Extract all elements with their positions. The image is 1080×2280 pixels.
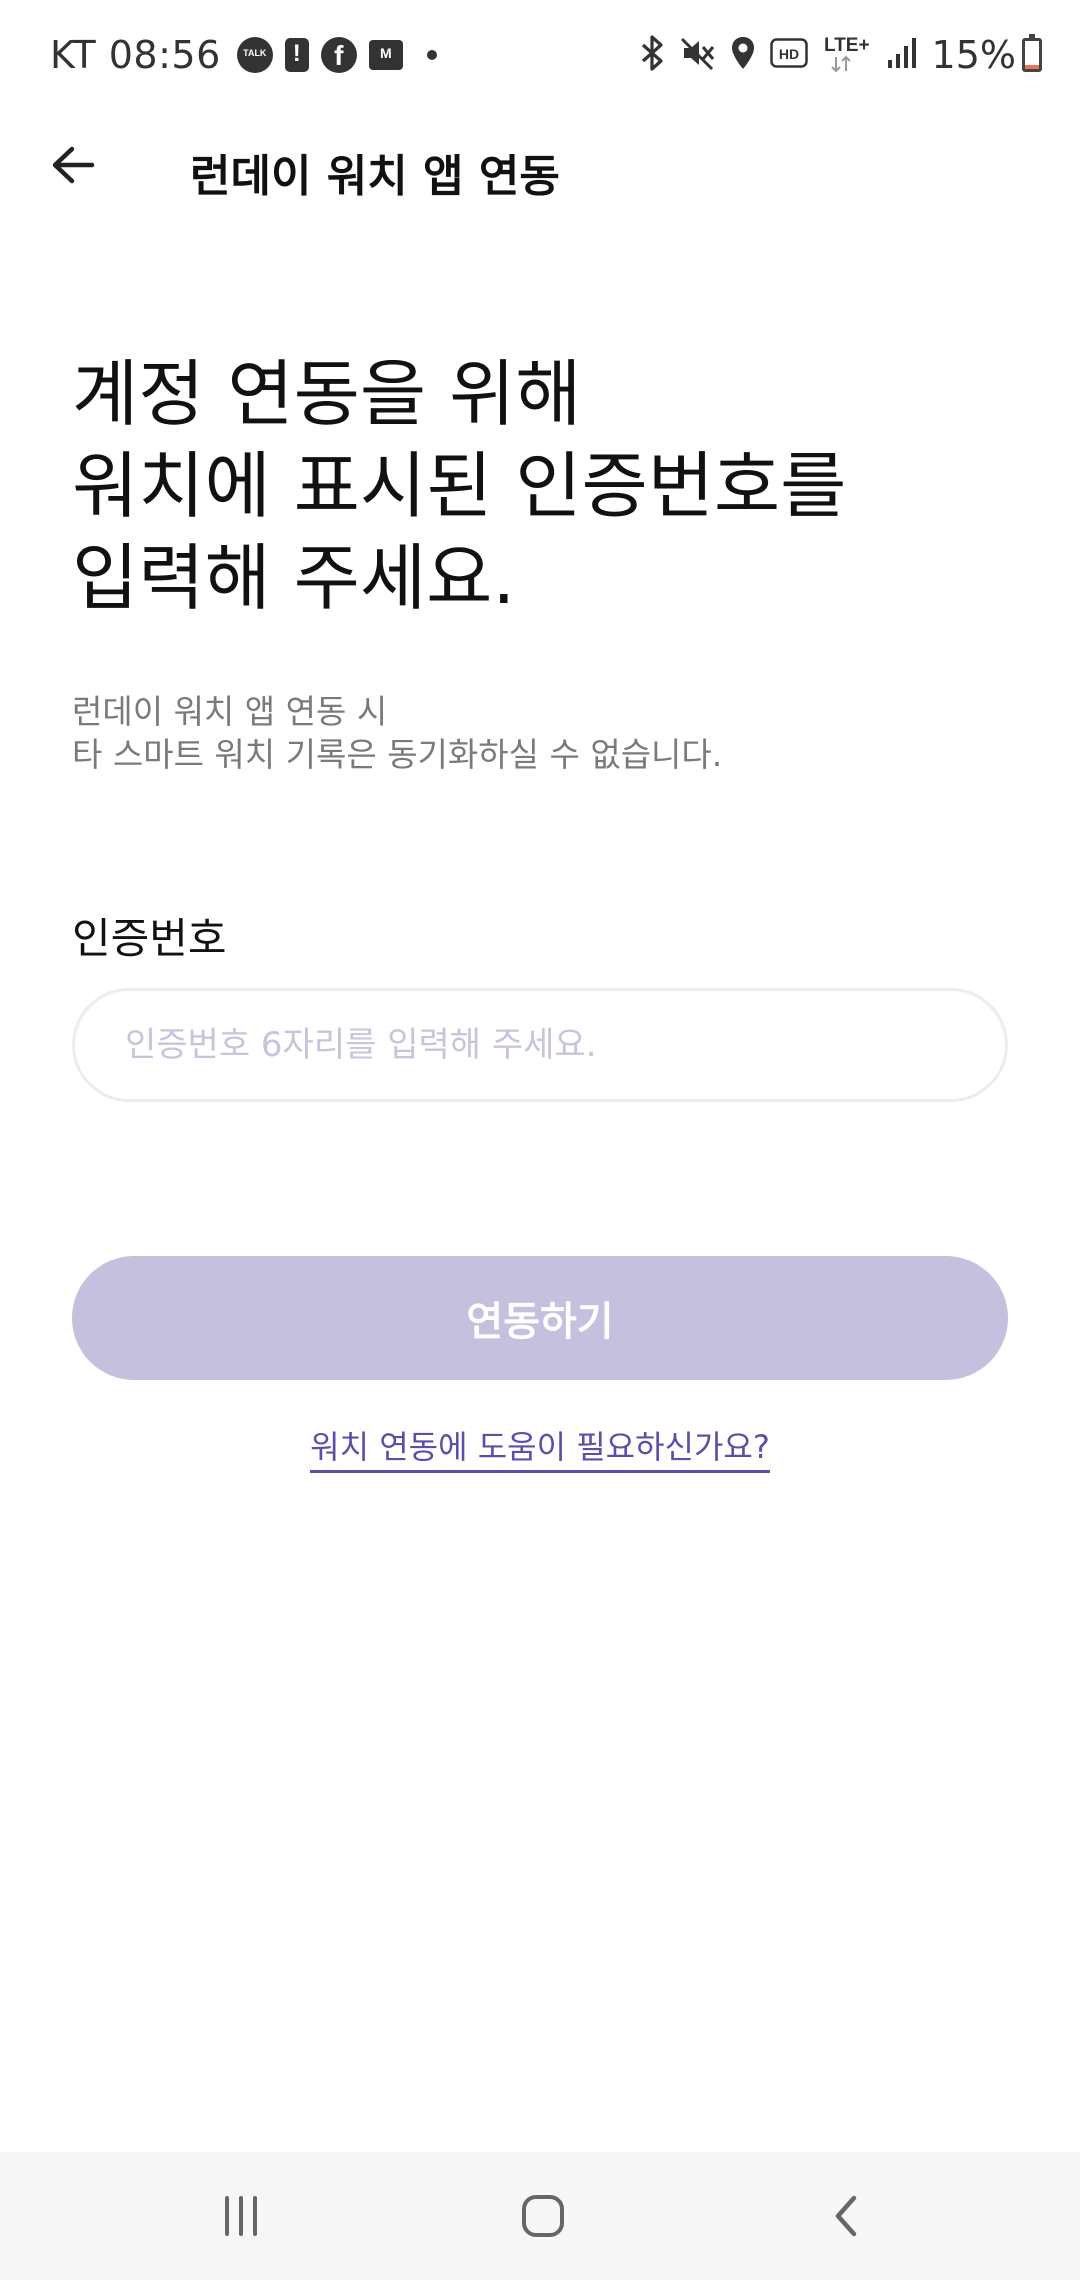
status-left: KT 08:56 TALK f (50, 28, 449, 82)
facebook-icon: f (320, 37, 357, 73)
hd-icon: HD (769, 38, 808, 72)
back-arrow-icon (52, 146, 95, 184)
talk-icon-text: TALK (243, 48, 267, 58)
kakaotalk-icon: TALK (236, 37, 273, 73)
mute-icon (680, 35, 716, 75)
location-icon (730, 35, 756, 75)
headline-line: 계정 연동을 위해 (72, 352, 582, 436)
nav-back-icon (835, 2195, 857, 2237)
notification-icons: TALK f (236, 37, 449, 73)
description-line: 타 스마트 워치 기록은 동기화하실 수 없습니다. (72, 735, 723, 774)
help-link[interactable]: 워치 연동에 도움이 필요하신가요? (310, 1428, 770, 1473)
more-notifications-dot (426, 50, 437, 60)
recent-apps-icon (225, 2196, 257, 2236)
signal-icon (886, 36, 918, 74)
back-button[interactable] (38, 130, 108, 200)
recent-apps-button[interactable] (201, 2176, 281, 2256)
description: 런데이 워치 앱 연동 시 타 스마트 워치 기록은 동기화하실 수 없습니다. (72, 690, 1012, 776)
headline: 계정 연동을 위해 워치에 표시된 인증번호를 입력해 주세요. (72, 348, 1012, 624)
description-line: 런데이 워치 앱 연동 시 (72, 692, 388, 731)
headline-line: 워치에 표시된 인증번호를 (72, 444, 847, 528)
battery-percent: 15% (931, 33, 1016, 77)
verification-code-label: 인증번호 (72, 914, 227, 963)
lte-icon: LTE+ (822, 31, 872, 79)
mail-icon (368, 40, 403, 70)
status-bar: KT 08:56 TALK f HD LTE+ 15% (0, 0, 1080, 110)
hd-label: HD (778, 46, 798, 62)
home-icon (522, 2195, 564, 2237)
alert-icon (284, 38, 309, 72)
battery-fill (1025, 64, 1039, 69)
system-nav-bar (0, 2152, 1080, 2280)
app-header: 런데이 워치 앱 연동 (0, 110, 1080, 220)
link-watch-button[interactable]: 연동하기 (72, 1256, 1008, 1380)
verification-code-input[interactable] (72, 988, 1008, 1102)
home-button[interactable] (503, 2176, 583, 2256)
battery-icon (1022, 34, 1042, 72)
bluetooth-icon (640, 35, 666, 75)
help-link-container: 워치 연동에 도움이 필요하신가요? (0, 1422, 1080, 1473)
page-title: 런데이 워치 앱 연동 (190, 151, 560, 202)
headline-line: 입력해 주세요. (72, 536, 516, 620)
nav-back-button[interactable] (806, 2176, 886, 2256)
carrier-time: KT 08:56 (50, 33, 221, 77)
status-right: HD LTE+ 15% (626, 28, 1042, 82)
network-label: LTE+ (824, 35, 870, 56)
